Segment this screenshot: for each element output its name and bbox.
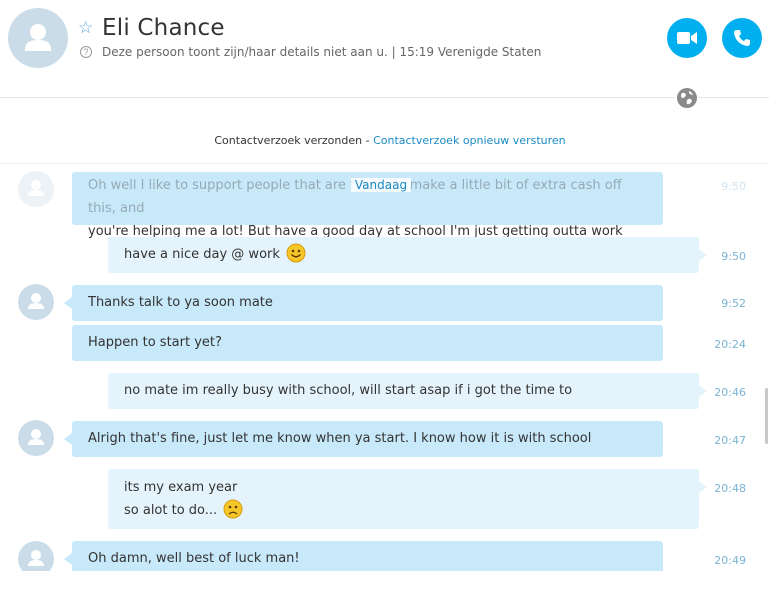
message-text: Happen to start yet? (88, 335, 222, 350)
smile-emoji (286, 243, 306, 263)
contact-avatar[interactable] (8, 8, 68, 68)
message-text: its my exam year (124, 480, 238, 495)
message-time: 9:52 (721, 297, 746, 310)
message-text: no mate im really busy with school, will… (124, 383, 573, 398)
message-text: Alrigh that's fine, just let me know whe… (88, 431, 592, 446)
video-camera-icon (677, 32, 697, 44)
request-sent-text: Contactverzoek verzonden - (214, 134, 374, 147)
message-bubble[interactable]: Alrigh that's fine, just let me know whe… (64, 421, 663, 457)
message-text: Oh damn, well best of luck man! (88, 551, 300, 566)
message-bubble[interactable]: Happen to start yet? (72, 325, 663, 361)
message-time: 20:48 (714, 482, 746, 495)
sad-emoji (223, 499, 243, 519)
message-bubble[interactable]: have a nice day @ work (108, 237, 707, 273)
contact-name[interactable]: Eli Chance (102, 15, 225, 41)
avatar (18, 284, 54, 320)
message-time: 20:47 (714, 434, 746, 447)
day-header: Vandaag (0, 178, 762, 192)
message-text: Thanks talk to ya soon mate (88, 295, 273, 310)
avatar (18, 541, 54, 571)
resend-request-link[interactable]: Contactverzoek opnieuw versturen (373, 134, 566, 147)
message-bubble[interactable]: its my exam year so alot to do... (108, 469, 707, 529)
video-call-button[interactable] (667, 18, 707, 58)
avatar (18, 420, 54, 456)
scrollbar[interactable] (765, 388, 768, 444)
message-text: so alot to do... (124, 503, 218, 518)
person-icon (25, 24, 51, 51)
message-time: 20:49 (714, 554, 746, 567)
message-bubble[interactable]: Thanks talk to ya soon mate (64, 285, 663, 321)
message-bubble[interactable]: Oh damn, well best of luck man! (64, 541, 663, 571)
message-bubble[interactable]: no mate im really busy with school, will… (108, 373, 707, 409)
chat-history[interactable]: Oh well I like to support people that ar… (0, 164, 769, 571)
audio-call-button[interactable] (722, 18, 762, 58)
message-text: have a nice day @ work (124, 247, 280, 262)
message-time: 20:46 (714, 386, 746, 399)
contact-request-notice: Contactverzoek verzonden - Contactverzoe… (0, 134, 769, 147)
contact-status: Deze persoon toont zijn/haar details nie… (102, 45, 542, 59)
info-icon: ? (80, 46, 92, 58)
message-time: 9:50 (721, 250, 746, 263)
phone-icon (734, 30, 750, 46)
globe-icon[interactable] (676, 87, 698, 109)
message-time: 20:24 (714, 338, 746, 351)
star-icon[interactable]: ☆ (78, 18, 93, 38)
conversation-header: ☆ Eli Chance ? Deze persoon toont zijn/h… (0, 0, 769, 98)
